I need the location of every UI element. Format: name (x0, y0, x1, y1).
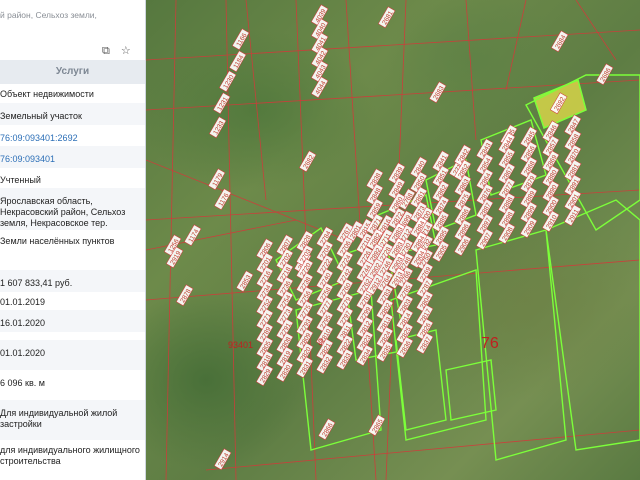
block-label: 76 (481, 335, 499, 352)
address-header: й район, Сельхоз земли, (0, 10, 97, 20)
field-value: 16.01.2020 (0, 318, 46, 328)
field-value: Учтенный (0, 175, 41, 185)
field-value: 1 607 833,41 руб. (0, 278, 73, 288)
field-value: Земли населённых пунктов (0, 236, 115, 246)
field-link[interactable]: 76:09:093401 (0, 154, 145, 165)
field-value: 6 096 кв. м (0, 378, 45, 388)
parcel-block-outline (445, 359, 497, 421)
field-value: Объект недвижимости (0, 89, 94, 99)
copy-icon[interactable]: ⧉ (102, 45, 110, 58)
boundary-line (245, 0, 267, 201)
cadastral-map[interactable]: 4039 4040 4041 4042 4043 4044 1166 1184 1230 1231… (146, 0, 640, 480)
block-label: 9 (318, 337, 323, 347)
field-value: 01.01.2019 (0, 297, 46, 307)
panel-actions: ⧉ ☆ (102, 44, 139, 58)
field-value: Для индивидуальной жилой застройки (0, 408, 118, 429)
info-panel: й район, Сельхоз земли, ⧉ ☆ Услуги Объек… (0, 0, 146, 480)
field-value: для индивидуального жилищного строительс… (0, 445, 140, 466)
boundary-line (575, 0, 617, 61)
parcel-block-outline (545, 199, 640, 451)
field-value: Ярославская область, Некрасовский район,… (0, 196, 126, 228)
boundary-line (505, 0, 527, 91)
block-label: 93401 (228, 340, 253, 350)
services-header[interactable]: Услуги (0, 60, 145, 84)
field-value: Земельный участок (0, 111, 82, 121)
field-value: 01.01.2020 (0, 348, 46, 358)
star-icon[interactable]: ☆ (121, 44, 131, 57)
boundary-line (465, 0, 477, 141)
field-link[interactable]: 76:09:093401:2692 (0, 133, 145, 144)
boundary-line (146, 159, 347, 241)
map-overlay[interactable]: 4039404040414042404340441166118412301231… (146, 0, 640, 480)
